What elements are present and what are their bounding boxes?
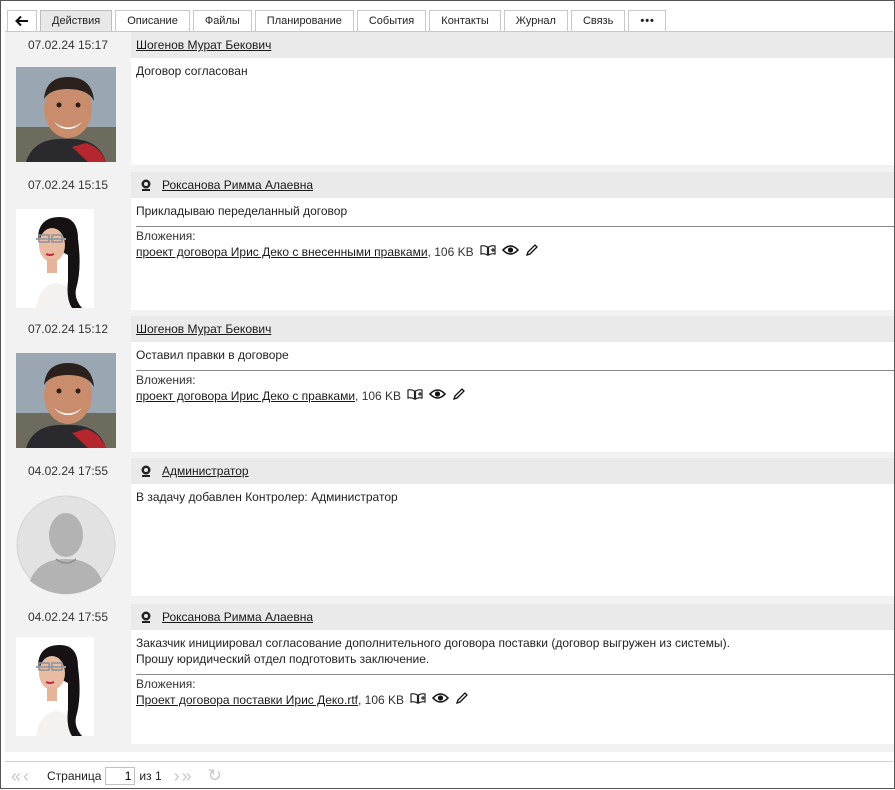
pencil-icon[interactable] (455, 691, 469, 709)
attachments-divider (136, 226, 894, 227)
message-text: В задачу добавлен Контролер: Администрат… (136, 489, 894, 505)
webcam-icon (141, 179, 151, 191)
entry-body: Оставил правки в договоре Вложения: прое… (131, 342, 894, 452)
attachments-block: Вложения: проект договора Ирис Деко с пр… (136, 370, 894, 405)
feed-entry: 07.02.24 15:17 Шогенов Мурат Бекович Дог… (5, 32, 894, 169)
avatar (16, 637, 94, 739)
pencil-icon[interactable] (525, 243, 539, 261)
eye-icon[interactable] (431, 692, 450, 708)
avatar (16, 209, 94, 311)
webcam-icon (141, 611, 151, 623)
author-link[interactable]: Администратор (162, 464, 249, 478)
entry-body: В задачу добавлен Контролер: Администрат… (131, 484, 894, 596)
message-line: В задачу добавлен Контролер: Администрат… (136, 490, 398, 504)
attachment-size: , 106 KB (355, 389, 402, 403)
message-text: Оставил правки в договоре (136, 347, 894, 363)
eye-icon[interactable] (501, 244, 519, 260)
message-line: Оставил правки в договоре (136, 348, 289, 362)
entry-header: Роксанова Римма Алаевна (131, 172, 894, 198)
tab-planning[interactable]: Планирование (254, 10, 354, 31)
attachments-divider (136, 674, 894, 675)
attachment-row: Проект договора поставки Ирис Деко.rtf ,… (136, 691, 894, 709)
more-tabs-button[interactable]: ••• (628, 10, 667, 31)
attachment-link[interactable]: Проект договора поставки Ирис Деко.rtf (136, 692, 358, 708)
avatar (16, 67, 116, 165)
first-page-icon[interactable]: « (11, 766, 21, 787)
entry-date: 07.02.24 15:15 (27, 178, 109, 192)
message-text: Договор согласован (136, 63, 894, 79)
back-button[interactable] (7, 10, 37, 31)
open-book-icon[interactable] (479, 244, 496, 260)
tab-bar: Действия Описание Файлы Планирование Соб… (7, 10, 669, 32)
attachments-block: Вложения: проект договора Ирис Деко с вн… (136, 226, 894, 261)
entry-date: 07.02.24 15:12 (27, 322, 109, 336)
arrow-left-icon (15, 15, 28, 27)
prev-page-icon[interactable]: ‹ (23, 766, 29, 787)
attachment-size: , 106 KB (427, 245, 474, 259)
attachment-size: , 106 KB (357, 693, 405, 707)
attachment-row: проект договора Ирис Деко с правками , 1… (136, 387, 894, 405)
message-line: Договор согласован (136, 64, 248, 78)
entry-body: Договор согласован (131, 58, 894, 165)
author-link[interactable]: Шогенов Мурат Бекович (136, 38, 271, 52)
message-line: Заказчик инициировал согласование дополн… (136, 636, 730, 650)
entry-date: 07.02.24 15:17 (27, 38, 109, 52)
eye-icon[interactable] (428, 388, 447, 404)
avatar (16, 495, 116, 598)
tab-journal[interactable]: Журнал (503, 10, 568, 31)
message-line: Прошу юридический отдел подготовить закл… (136, 652, 430, 666)
feed-entry: 04.02.24 17:55 Роксанова Римма Алаевна З… (5, 604, 894, 752)
attachment-row: проект договора Ирис Деко с внесенными п… (136, 243, 894, 261)
entry-date: 04.02.24 17:55 (27, 610, 109, 624)
page-label: Страница (47, 769, 102, 783)
tab-actions[interactable]: Действия (40, 10, 113, 31)
author-link[interactable]: Роксанова Римма Алаевна (162, 178, 313, 192)
tab-description[interactable]: Описание (115, 10, 190, 31)
message-line: Прикладываю переделанный договор (136, 204, 348, 218)
tab-files[interactable]: Файлы (192, 10, 252, 31)
avatar (16, 353, 116, 451)
entry-header: Администратор (131, 458, 894, 484)
feed-entry: 07.02.24 15:12 Шогенов Мурат Бекович Ост… (5, 316, 894, 458)
message-text: Прикладываю переделанный договор (136, 203, 894, 219)
message-text: Заказчик инициировал согласование дополн… (136, 635, 894, 667)
page-number-input[interactable] (105, 767, 136, 785)
attachments-label: Вложения: (136, 229, 196, 243)
page-total: из 1 (139, 769, 162, 783)
next-page-icon[interactable]: › (174, 766, 180, 787)
attachments-label: Вложения: (136, 373, 196, 387)
open-book-icon[interactable] (407, 388, 423, 404)
last-page-icon[interactable]: » (182, 766, 192, 787)
webcam-icon (141, 465, 151, 477)
attachment-link[interactable]: проект договора Ирис Деко с внесенными п… (136, 244, 428, 260)
entry-body: Прикладываю переделанный договор Вложени… (131, 198, 894, 310)
activity-feed[interactable]: 07.02.24 15:17 Шогенов Мурат Бекович Дог… (5, 32, 894, 752)
entry-body: Заказчик инициировал согласование дополн… (131, 630, 894, 744)
entry-header: Шогенов Мурат Бекович (131, 32, 894, 58)
tab-events[interactable]: События (356, 10, 427, 31)
refresh-icon[interactable]: ↻ (208, 766, 222, 786)
pagination-bar: « ‹ Страница из 1 › » ↻ (5, 761, 893, 790)
author-link[interactable]: Роксанова Римма Алаевна (162, 610, 313, 624)
entry-date: 04.02.24 17:55 (27, 464, 109, 478)
entry-header: Роксанова Римма Алаевна (131, 604, 894, 630)
pencil-icon[interactable] (452, 387, 466, 405)
tab-link[interactable]: Связь (570, 10, 626, 31)
feed-entry: 04.02.24 17:55 Администратор В задачу до… (5, 458, 894, 604)
attachment-link[interactable]: проект договора Ирис Деко с правками (136, 388, 355, 404)
author-link[interactable]: Шогенов Мурат Бекович (136, 322, 271, 336)
feed-entry: 07.02.24 15:15 Роксанова Римма Алаевна П… (5, 169, 894, 316)
open-book-icon[interactable] (410, 692, 426, 708)
tab-contacts[interactable]: Контакты (429, 10, 501, 31)
attachments-block: Вложения: Проект договора поставки Ирис … (136, 674, 894, 709)
app-window: Действия Описание Файлы Планирование Соб… (0, 0, 895, 789)
entry-header: Шогенов Мурат Бекович (131, 316, 894, 342)
attachments-label: Вложения: (136, 677, 196, 691)
attachments-divider (136, 370, 894, 371)
